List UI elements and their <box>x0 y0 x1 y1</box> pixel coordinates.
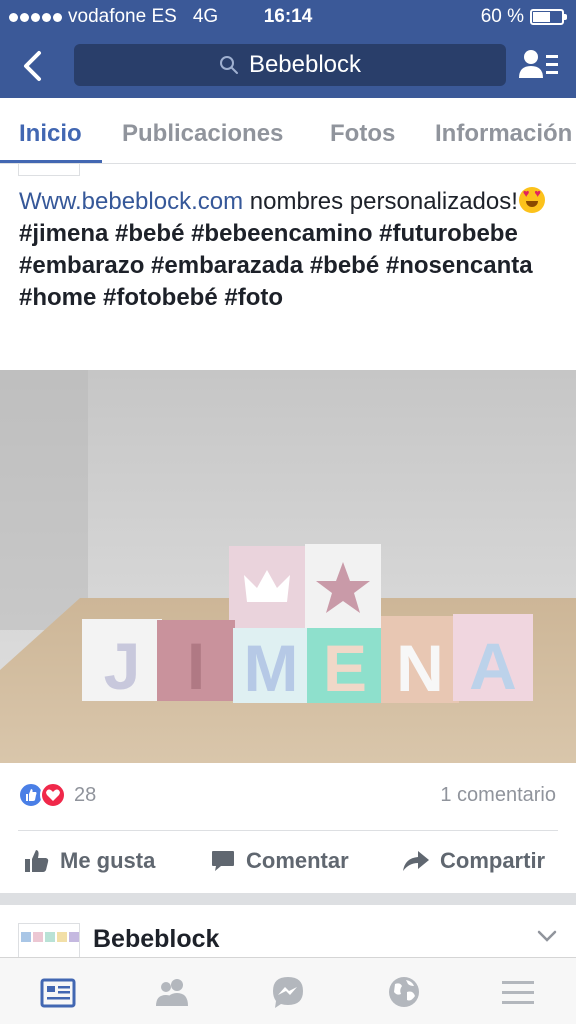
reactions-summary[interactable]: 28 <box>18 782 96 808</box>
block-letter: N <box>396 631 444 705</box>
menu-icon[interactable] <box>498 972 538 1012</box>
tab-informacion[interactable]: Información <box>435 120 572 148</box>
block-letter: M <box>244 631 299 705</box>
share-button[interactable]: Compartir <box>402 848 545 874</box>
tab-inicio[interactable]: Inicio <box>19 120 82 148</box>
post-link[interactable]: Www.bebeblock.com <box>19 188 243 215</box>
bottom-tab-bar <box>0 957 576 1024</box>
love-reaction-icon <box>40 782 66 808</box>
like-button[interactable]: Me gusta <box>24 848 155 874</box>
page-tabs: Inicio Publicaciones Fotos Información <box>0 98 576 164</box>
status-bar: vodafone ES 4G 16:14 60 % <box>0 0 576 34</box>
block-letter: I <box>187 629 205 703</box>
search-input[interactable]: Bebeblock <box>74 44 506 86</box>
comments-count[interactable]: 1 comentario <box>440 784 556 807</box>
tab-publicaciones[interactable]: Publicaciones <box>122 120 283 148</box>
next-post-page-name[interactable]: Bebeblock <box>93 925 219 954</box>
messenger-icon[interactable] <box>268 972 308 1012</box>
like-label: Me gusta <box>60 848 156 873</box>
next-post-header: Bebeblock <box>0 905 576 957</box>
post-header <box>0 164 576 178</box>
post-avatar[interactable] <box>18 164 80 176</box>
search-query: Bebeblock <box>248 51 362 78</box>
block-letter: J <box>104 629 141 703</box>
post-photo[interactable]: JIMENA <box>0 370 576 763</box>
tab-fotos[interactable]: Fotos <box>330 120 395 148</box>
thumbs-up-icon <box>25 850 49 872</box>
chevron-left-icon <box>24 51 41 81</box>
active-tab-indicator <box>0 160 102 163</box>
block-letter: A <box>469 629 517 703</box>
battery-percentage: 60 % <box>480 6 524 27</box>
share-label: Compartir <box>440 848 546 873</box>
page-profile-icon <box>519 50 558 78</box>
reaction-count: 28 <box>74 783 97 806</box>
navigation-bar: Bebeblock <box>0 34 576 98</box>
star-block <box>305 544 381 630</box>
feed-separator <box>0 893 576 905</box>
heart-eyes-emoji-icon <box>518 187 545 213</box>
comment-button[interactable]: Comentar <box>210 848 349 874</box>
comment-icon <box>212 851 234 871</box>
post-actions: Me gusta Comentar Compartir <box>0 840 576 886</box>
share-arrow-icon <box>403 851 429 871</box>
crown-block <box>229 546 305 630</box>
globe-icon[interactable] <box>384 972 424 1012</box>
feed-icon[interactable] <box>38 972 78 1012</box>
actions-divider <box>18 830 558 831</box>
back-button[interactable] <box>14 46 54 86</box>
battery-icon <box>530 9 567 25</box>
next-post-avatar[interactable] <box>18 923 80 957</box>
chevron-down-icon[interactable] <box>536 925 558 947</box>
block-letter: E <box>323 631 367 705</box>
friends-icon[interactable] <box>152 972 192 1012</box>
post-hashtags[interactable]: #jimena #bebé #bebeencamino #futurobebe … <box>19 220 533 311</box>
page-profile-button[interactable] <box>518 46 560 86</box>
comment-label: Comentar <box>246 848 349 873</box>
search-icon <box>219 56 238 74</box>
post-message: Www.bebeblock.com nombres personalizados… <box>19 186 559 314</box>
post-text: nombres personalizados! <box>249 188 518 215</box>
